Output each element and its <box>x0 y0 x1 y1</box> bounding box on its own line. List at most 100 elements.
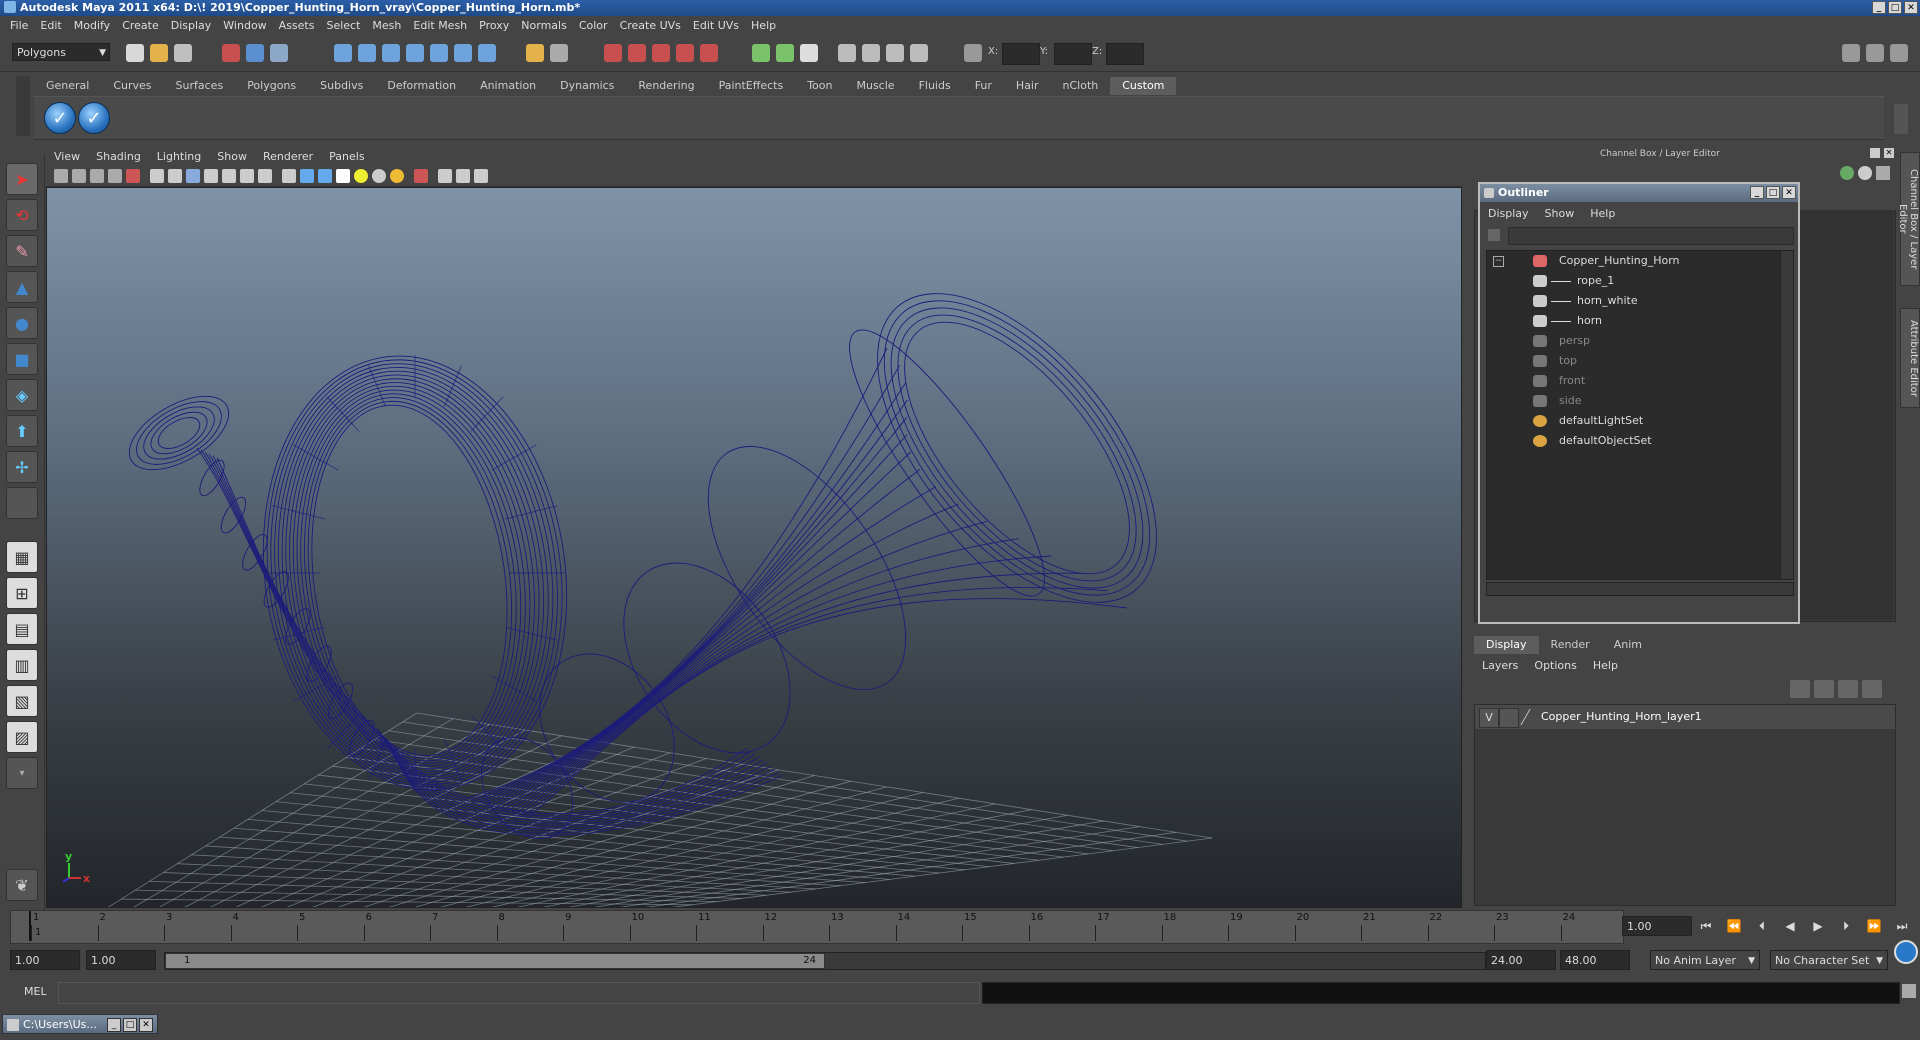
output-line-icon[interactable] <box>862 44 880 62</box>
channel-box-layer-icon[interactable] <box>1858 166 1872 180</box>
outliner-item[interactable]: defaultObjectSet <box>1487 431 1777 451</box>
outliner-vertical-scrollbar[interactable] <box>1780 250 1794 580</box>
camera-select-icon[interactable] <box>54 169 68 183</box>
select-hierarchy-icon[interactable] <box>222 44 240 62</box>
go-to-end-icon[interactable]: ⏭ <box>1892 918 1912 934</box>
step-forward-icon[interactable]: ⏩ <box>1864 918 1884 934</box>
menu-create[interactable]: Create <box>116 19 165 32</box>
outliner-item[interactable]: rope_1 <box>1487 271 1777 291</box>
all-lights-icon[interactable] <box>372 169 386 183</box>
wireframe-icon[interactable] <box>150 169 164 183</box>
anim-end-field[interactable]: 24.00 <box>1486 950 1556 970</box>
lock-icon[interactable] <box>526 44 544 62</box>
viewport-menu-view[interactable]: View <box>46 150 88 163</box>
menu-create-uvs[interactable]: Create UVs <box>614 19 687 32</box>
snap-curve-icon[interactable] <box>358 44 376 62</box>
persp-outliner-layout-icon[interactable]: ▤ <box>6 613 38 645</box>
shelf-tab-deformation[interactable]: Deformation <box>375 77 468 95</box>
toggle-channel-box-icon[interactable] <box>1890 44 1908 62</box>
close-button[interactable]: ✕ <box>139 1018 153 1032</box>
snap-plane-icon[interactable] <box>406 44 424 62</box>
last-tool-icon[interactable]: ✢ <box>6 451 38 483</box>
command-input[interactable] <box>58 982 980 1004</box>
shelf-tab-curves[interactable]: Curves <box>101 77 163 95</box>
layout-arrow-icon[interactable]: ▾ <box>6 757 38 789</box>
time-slider[interactable]: 1 1 2 3 4 5 6 7 8 9 10 11 12 13 14 15 16 17 18 19 20 21 22 23 2… <box>10 910 1624 944</box>
soft-mod-tool-icon[interactable]: ⬆ <box>6 415 38 447</box>
viewport-menu-lighting[interactable]: Lighting <box>149 150 209 163</box>
render-view-icon[interactable] <box>700 44 718 62</box>
shelf-scroll-arrows[interactable] <box>1894 104 1908 134</box>
open-scene-icon[interactable] <box>150 44 168 62</box>
clipboard-icon[interactable] <box>800 44 818 62</box>
maximize-button[interactable]: □ <box>123 1018 137 1032</box>
auto-key-icon[interactable] <box>1894 940 1918 964</box>
menu-window[interactable]: Window <box>217 19 272 32</box>
anim-start-field[interactable]: 1.00 <box>86 950 156 970</box>
cube-wire-icon[interactable] <box>282 169 296 183</box>
rename-icon[interactable] <box>910 44 928 62</box>
render-settings-icon[interactable] <box>652 44 670 62</box>
toggle-attribute-editor-icon[interactable] <box>1842 44 1860 62</box>
select-component-icon[interactable] <box>270 44 288 62</box>
menu-modify[interactable]: Modify <box>68 19 116 32</box>
scale-tool-icon[interactable]: ■ <box>6 343 38 375</box>
step-forward-key-icon[interactable]: ⏵ <box>1836 918 1856 934</box>
shelf-tab-ncloth[interactable]: nCloth <box>1051 77 1111 95</box>
outliner-item[interactable]: side <box>1487 391 1777 411</box>
minimized-window[interactable]: C:\Users\Us... _ □ ✕ <box>2 1014 158 1034</box>
close-button[interactable]: ✕ <box>1904 1 1918 14</box>
layer-visibility-toggle[interactable]: V <box>1479 708 1499 728</box>
panel-float-icon[interactable] <box>1870 148 1880 158</box>
bookmark-icon[interactable] <box>90 169 104 183</box>
lasso-tool-icon[interactable]: ⟲ <box>6 199 38 231</box>
snap-grid-icon[interactable] <box>334 44 352 62</box>
custom-shelf-check-button-2[interactable]: ✓ <box>78 102 110 134</box>
menu-select[interactable]: Select <box>320 19 366 32</box>
y-coord-field[interactable] <box>1054 43 1092 65</box>
shelf-tab-animation[interactable]: Animation <box>468 77 548 95</box>
custom-shelf-check-button-1[interactable]: ✓ <box>44 102 76 134</box>
menu-assets[interactable]: Assets <box>273 19 321 32</box>
sculpt-icon[interactable] <box>752 44 770 62</box>
selected-input-icon[interactable] <box>550 44 568 62</box>
layer-menu-layers[interactable]: Layers <box>1474 659 1526 672</box>
shelf-tab-painteffects[interactable]: PaintEffects <box>707 77 796 95</box>
xray-icon[interactable] <box>222 169 236 183</box>
selected-lights-icon[interactable] <box>390 169 404 183</box>
smooth-shade-icon[interactable] <box>168 169 182 183</box>
shelf-tab-general[interactable]: General <box>34 77 101 95</box>
outliner-menu-help[interactable]: Help <box>1582 207 1623 220</box>
step-back-icon[interactable]: ⏪ <box>1724 918 1744 934</box>
outliner-menu-display[interactable]: Display <box>1480 207 1537 220</box>
layer-row[interactable]: V Copper_Hunting_Horn_layer1 <box>1475 705 1895 729</box>
isolate-select-icon[interactable] <box>414 169 428 183</box>
single-view-layout-icon[interactable]: ▦ <box>6 541 38 573</box>
outliner-item[interactable]: horn <box>1487 311 1777 331</box>
outliner-minimize-button[interactable]: _ <box>1750 186 1764 199</box>
shelf-tab-toon[interactable]: Toon <box>795 77 844 95</box>
toggle-tool-settings-icon[interactable] <box>1866 44 1884 62</box>
channel-box-tool-icon[interactable] <box>1840 166 1854 180</box>
anim-layer-selector[interactable]: No Anim Layer ▼ <box>1650 950 1760 970</box>
menu-display[interactable]: Display <box>165 19 218 32</box>
layer-tab-render[interactable]: Render <box>1538 636 1602 654</box>
menu-edit[interactable]: Edit <box>34 19 67 32</box>
move-layer-up-icon[interactable] <box>1790 680 1810 698</box>
layer-playback-toggle[interactable] <box>1499 708 1519 728</box>
command-language-label[interactable]: MEL <box>24 985 47 998</box>
menu-edit-uvs[interactable]: Edit UVs <box>687 19 745 32</box>
new-layer-icon[interactable] <box>1838 680 1858 698</box>
range-slider-handle[interactable]: 1 24 <box>165 953 825 969</box>
shelf-tab-polygons[interactable]: Polygons <box>235 77 308 95</box>
select-object-icon[interactable] <box>246 44 264 62</box>
input-line-icon[interactable] <box>838 44 856 62</box>
outliner-item[interactable]: Copper_Hunting_Horn <box>1487 251 1777 271</box>
outliner-item[interactable]: defaultLightSet <box>1487 411 1777 431</box>
shelf-tab-fluids[interactable]: Fluids <box>907 77 963 95</box>
ipr-render-icon[interactable] <box>628 44 646 62</box>
maximize-button[interactable]: □ <box>1888 1 1902 14</box>
shelf-tab-surfaces[interactable]: Surfaces <box>164 77 236 95</box>
shelf-tab-rendering[interactable]: Rendering <box>626 77 706 95</box>
character-set-selector[interactable]: No Character Set ▼ <box>1770 950 1888 970</box>
